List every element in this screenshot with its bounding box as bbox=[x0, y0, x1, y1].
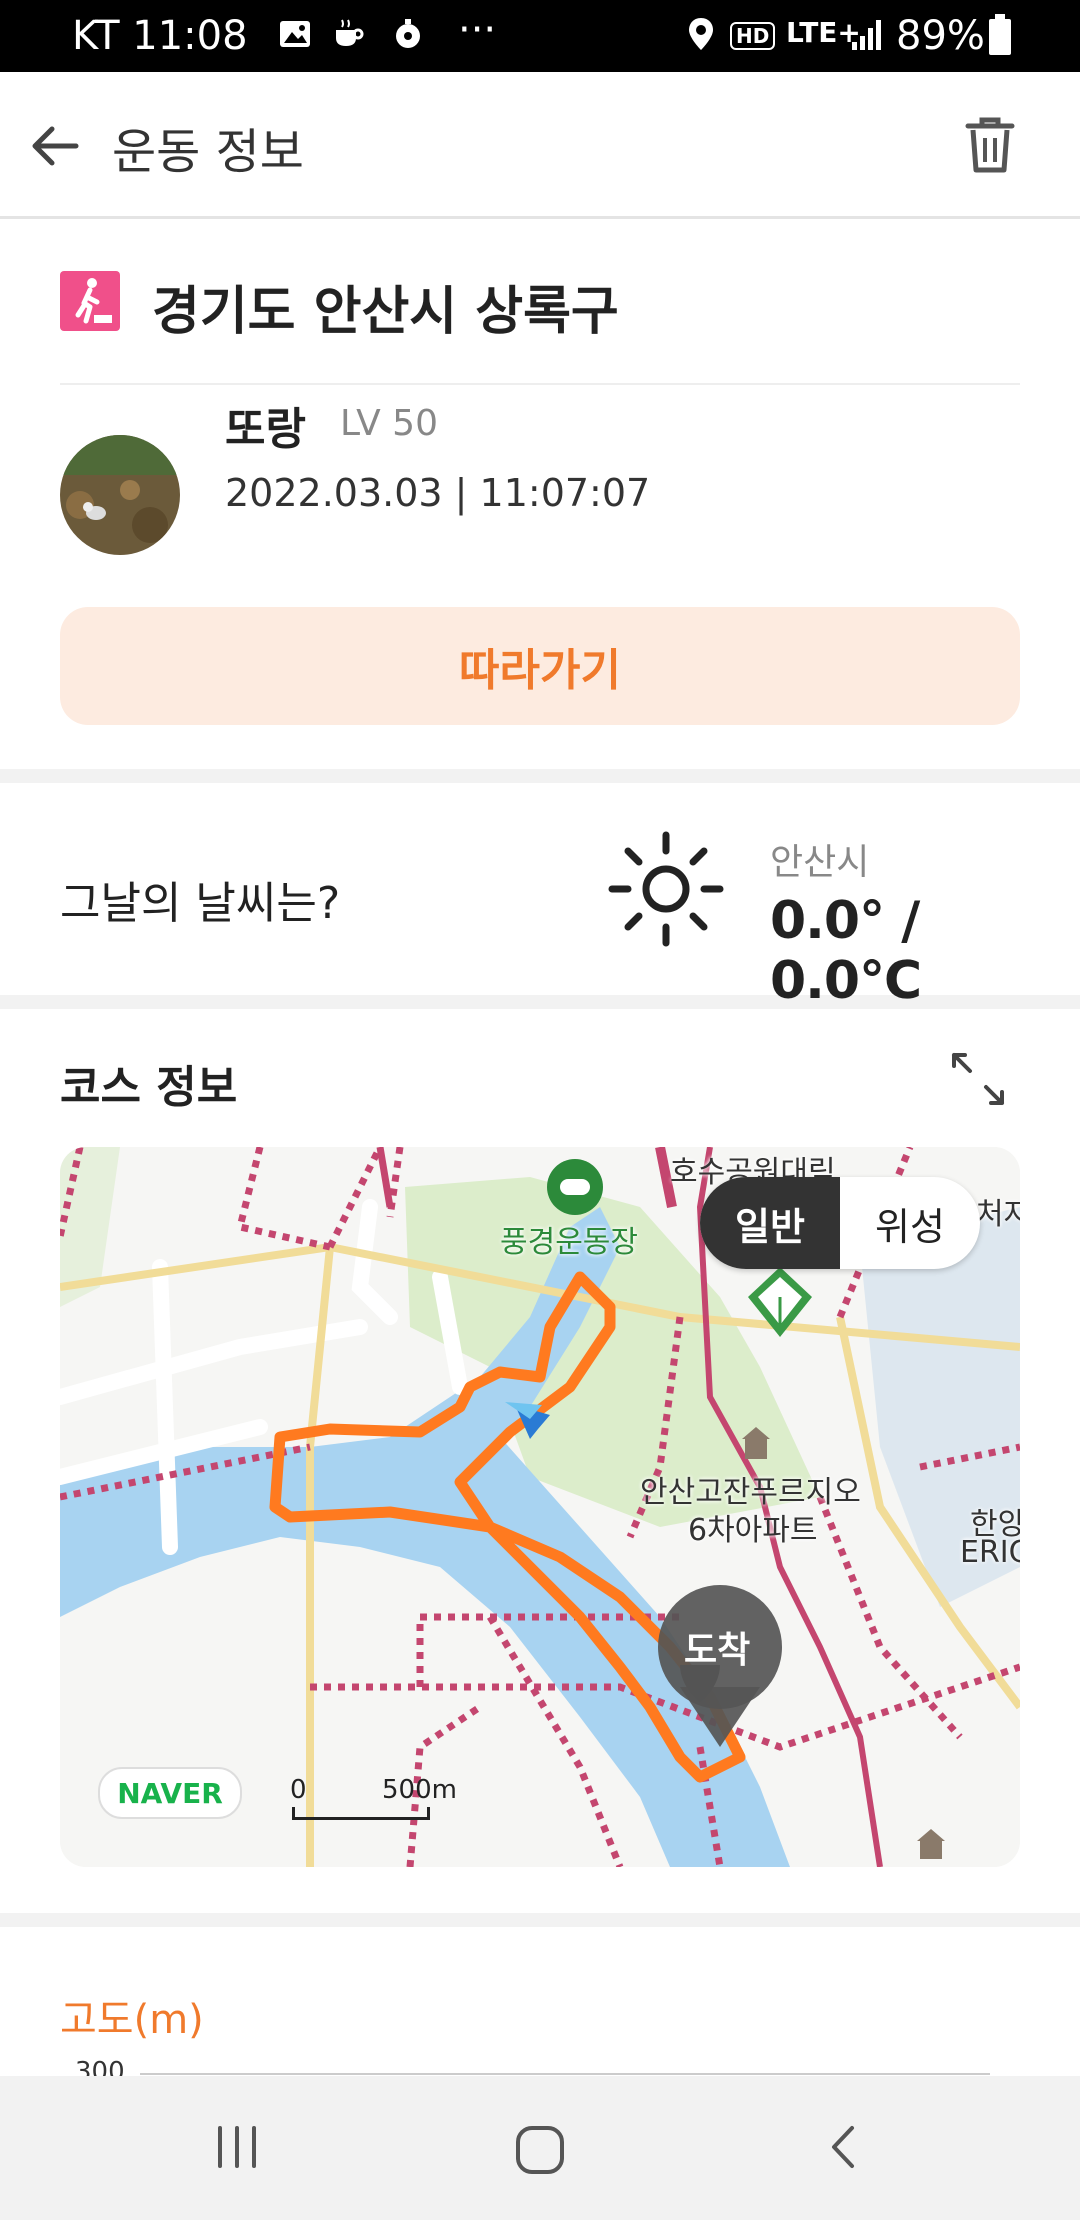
course-card: 코스 정보 풍경운동장 호수공원대림 안산고잔푸르지오 6차아파트 한양 ERI… bbox=[0, 1009, 1080, 1913]
location-icon bbox=[689, 18, 713, 50]
map-label-right-top: 처자 bbox=[976, 1197, 1020, 1232]
app-bar: 운동 정보 bbox=[0, 72, 1080, 219]
user-name: 또랑 bbox=[225, 404, 306, 455]
back-arrow-icon[interactable] bbox=[24, 116, 84, 176]
battery-icon bbox=[989, 14, 1011, 55]
trash-icon[interactable] bbox=[962, 114, 1018, 174]
elevation-gridline bbox=[140, 2073, 990, 2075]
summary-card: 경기도 안산시 상록구 또랑 LV 50 2022.03.03 | 11:07:… bbox=[0, 219, 1080, 769]
timer-icon bbox=[396, 19, 420, 48]
divider bbox=[60, 383, 1020, 385]
gallery-icon bbox=[280, 21, 310, 47]
course-title: 코스 정보 bbox=[60, 1062, 238, 1113]
map-label-stadium: 풍경운동장 bbox=[500, 1225, 638, 1260]
map-type-toggle: 일반 위성 bbox=[700, 1177, 980, 1269]
map-scale-bar bbox=[292, 1807, 430, 1820]
status-carrier-time: KT 11:08 bbox=[72, 13, 248, 59]
sun-icon bbox=[608, 831, 724, 947]
map-scale-zero: 0 bbox=[290, 1775, 307, 1805]
arrival-marker[interactable]: 도착 bbox=[684, 1621, 750, 1673]
weather-question: 그날의 날씨는? bbox=[60, 878, 341, 929]
weather-temperature: 0.0° / 0.0℃ bbox=[770, 891, 922, 1011]
map-label-apartment-line2: 6차아파트 bbox=[688, 1513, 818, 1548]
elevation-card: 고도(m) 300 bbox=[0, 1927, 1080, 2087]
workout-datetime: 2022.03.03 | 11:07:07 bbox=[225, 471, 651, 515]
elevation-label: 고도(m) bbox=[60, 1997, 204, 2043]
map-scale-distance: 500m bbox=[382, 1775, 457, 1805]
coffee-icon bbox=[336, 19, 364, 46]
status-more: ··· bbox=[458, 7, 497, 53]
hd-icon: HD bbox=[730, 22, 776, 50]
follow-button[interactable]: 따라가기 bbox=[60, 607, 1020, 725]
expand-icon[interactable] bbox=[948, 1049, 1008, 1109]
back-icon[interactable] bbox=[820, 2122, 870, 2172]
recent-apps-icon[interactable] bbox=[212, 2122, 262, 2172]
weather-city: 안산시 bbox=[770, 842, 870, 883]
map-type-normal-button[interactable]: 일반 bbox=[700, 1177, 840, 1269]
map-type-satellite-button[interactable]: 위성 bbox=[840, 1177, 980, 1269]
status-bar: KT 11:08 ··· HD LTE+ 89% bbox=[0, 0, 1080, 72]
home-icon[interactable] bbox=[510, 2120, 570, 2180]
course-map[interactable]: 풍경운동장 호수공원대림 안산고잔푸르지오 6차아파트 한양 ERIC 처자 도… bbox=[60, 1147, 1020, 1867]
naver-logo[interactable]: NAVER bbox=[98, 1767, 242, 1819]
signal-icon bbox=[852, 20, 881, 50]
weather-card: 그날의 날씨는? 안산시 0.0° / 0.0℃ bbox=[0, 783, 1080, 1011]
system-nav-bar bbox=[0, 2076, 1080, 2220]
page-title: 운동 정보 bbox=[112, 124, 304, 180]
user-level: LV 50 bbox=[340, 403, 438, 444]
map-label-university-line2: ERIC bbox=[960, 1535, 1020, 1570]
battery-percent: 89% bbox=[896, 13, 985, 59]
avatar[interactable] bbox=[60, 435, 180, 555]
walking-icon bbox=[60, 271, 120, 331]
location-title: 경기도 안산시 상록구 bbox=[152, 282, 619, 342]
